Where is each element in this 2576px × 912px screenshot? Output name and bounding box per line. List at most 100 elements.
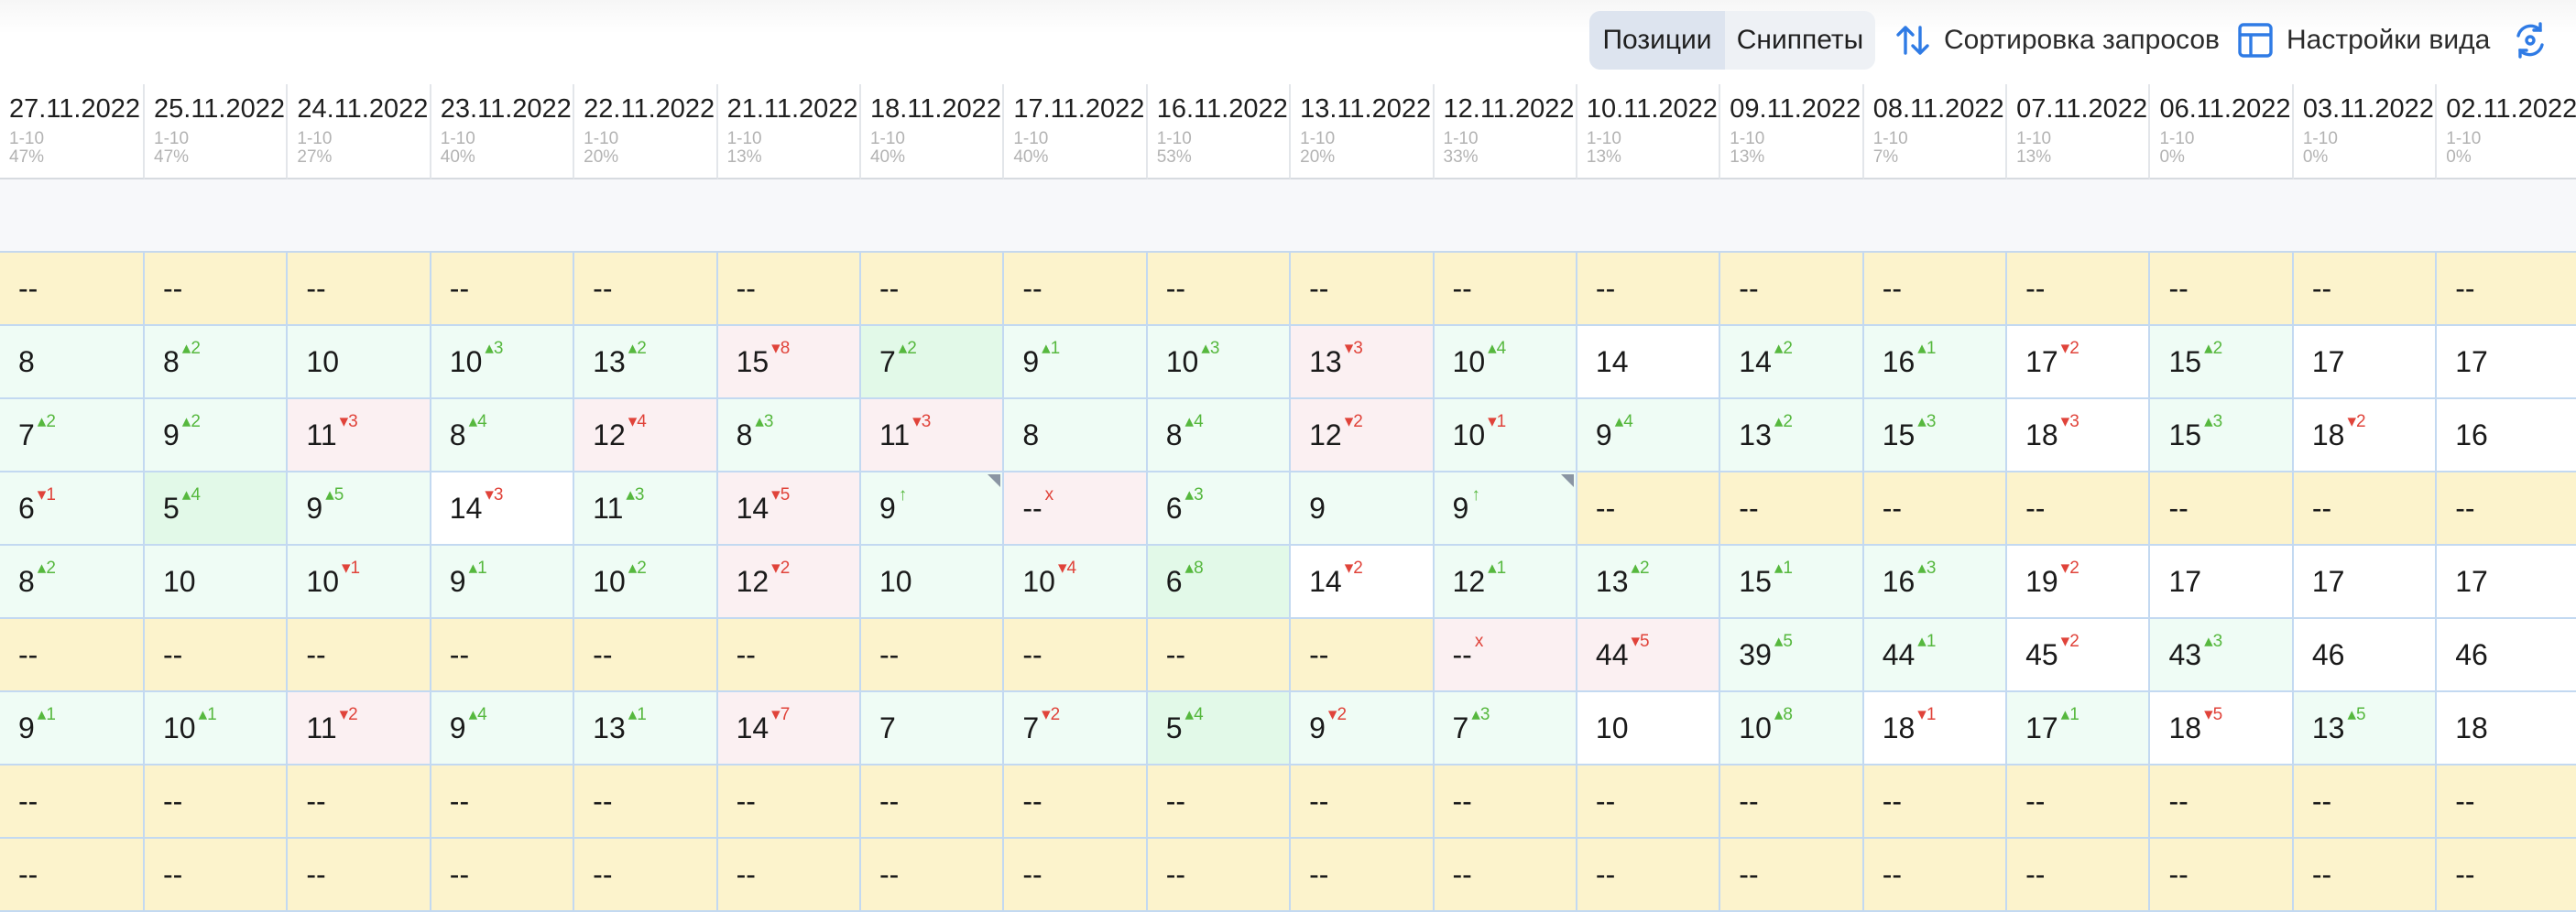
position-cell[interactable]: 17 ▴1 — [2007, 692, 2151, 765]
position-cell[interactable]: 13 ▴1 — [574, 692, 718, 765]
position-cell[interactable]: -- — [1291, 619, 1435, 692]
position-cell[interactable]: 7 ▴2 — [0, 399, 145, 472]
position-cell[interactable]: 10 ▴4 — [1434, 326, 1577, 399]
position-cell[interactable]: 15 ▾8 — [717, 326, 861, 399]
position-cell[interactable]: 10 — [1577, 692, 1721, 765]
position-cell[interactable]: 13 ▴5 — [2293, 692, 2438, 765]
refresh-target-button[interactable] — [2510, 13, 2561, 68]
position-cell[interactable]: -- — [2007, 472, 2151, 546]
date-column-header[interactable]: 03.11.2022 1-10 0% — [2293, 84, 2438, 179]
position-cell[interactable]: 18 ▾5 — [2150, 692, 2294, 765]
position-cell[interactable]: 18 ▾3 — [2007, 399, 2151, 472]
position-cell[interactable]: 15 ▴1 — [1720, 546, 1864, 619]
position-cell[interactable]: -- — [1863, 839, 2008, 912]
position-cell[interactable]: -- — [717, 253, 861, 326]
position-cell[interactable]: -- — [1577, 765, 1721, 839]
position-cell[interactable]: -- — [431, 619, 575, 692]
position-cell[interactable]: 39 ▴5 — [1720, 619, 1864, 692]
position-cell[interactable]: -- — [145, 765, 289, 839]
position-cell[interactable]: -- — [2437, 253, 2576, 326]
position-cell[interactable]: -- — [1147, 619, 1292, 692]
position-cell[interactable]: 10 ▾1 — [288, 546, 431, 619]
position-cell[interactable]: -- — [1434, 765, 1577, 839]
position-cell[interactable]: 7 ▴2 — [860, 326, 1005, 399]
position-cell[interactable]: 18 ▾2 — [2293, 399, 2438, 472]
position-cell[interactable]: -- — [2150, 765, 2294, 839]
position-cell[interactable]: -- — [0, 765, 145, 839]
position-cell[interactable]: -- — [1720, 839, 1864, 912]
position-cell[interactable]: 7 ▾2 — [1004, 692, 1148, 765]
position-cell[interactable]: -- — [288, 253, 431, 326]
position-cell[interactable]: 10 ▾1 — [1434, 399, 1577, 472]
position-cell[interactable]: -- — [145, 839, 289, 912]
position-cell[interactable]: 8 ▴4 — [1147, 399, 1292, 472]
position-cell[interactable]: 12 ▴1 — [1434, 546, 1577, 619]
position-cell[interactable]: -- — [717, 619, 861, 692]
position-cell[interactable]: 11 ▾2 — [288, 692, 431, 765]
position-cell[interactable]: 13 ▴2 — [1577, 546, 1721, 619]
position-cell[interactable]: -- — [2437, 472, 2576, 546]
position-cell[interactable]: 9 ▴1 — [431, 546, 575, 619]
date-column-header[interactable]: 25.11.2022 1-10 47% — [145, 84, 289, 179]
position-cell[interactable]: 17 — [2437, 546, 2576, 619]
sort-queries-button[interactable]: Сортировка запросов — [1893, 13, 2220, 68]
tab-snippets[interactable]: Сниппеты — [1725, 11, 1875, 70]
position-cell[interactable]: 14 — [1577, 326, 1721, 399]
position-cell[interactable]: 10 ▾4 — [1004, 546, 1148, 619]
position-cell[interactable]: -- — [2150, 253, 2294, 326]
position-cell[interactable]: 16 ▴3 — [1863, 546, 2008, 619]
date-column-header[interactable]: 13.11.2022 1-10 20% — [1291, 84, 1435, 179]
position-cell[interactable]: -- — [431, 765, 575, 839]
position-cell[interactable]: 10 ▴8 — [1720, 692, 1864, 765]
position-cell[interactable]: 7 ▴3 — [1434, 692, 1577, 765]
position-cell[interactable]: 15 ▴3 — [1863, 399, 2008, 472]
position-cell[interactable]: 18 — [2437, 692, 2576, 765]
position-cell[interactable]: -- — [2293, 765, 2438, 839]
position-cell[interactable]: 46 — [2437, 619, 2576, 692]
position-cell[interactable]: -- — [2150, 839, 2294, 912]
position-cell[interactable]: 5 ▴4 — [1147, 692, 1292, 765]
position-cell[interactable]: 17 — [2437, 326, 2576, 399]
date-column-header[interactable]: 21.11.2022 1-10 13% — [717, 84, 861, 179]
date-column-header[interactable]: 27.11.2022 1-10 47% — [0, 84, 145, 179]
position-cell[interactable]: -- — [1577, 253, 1721, 326]
position-cell[interactable]: -- — [1004, 765, 1148, 839]
position-cell[interactable]: -- — [1004, 619, 1148, 692]
position-cell[interactable]: -- — [1147, 253, 1292, 326]
date-column-header[interactable]: 08.11.2022 1-10 7% — [1863, 84, 2008, 179]
position-cell[interactable]: 14 ▾2 — [1291, 546, 1435, 619]
date-column-header[interactable]: 12.11.2022 1-10 33% — [1434, 84, 1577, 179]
date-column-header[interactable]: 10.11.2022 1-10 13% — [1577, 84, 1721, 179]
position-cell[interactable]: 19 ▾2 — [2007, 546, 2151, 619]
position-cell[interactable]: -- — [860, 253, 1005, 326]
date-column-header[interactable]: 02.11.2022 1-10 0% — [2437, 84, 2576, 179]
position-cell[interactable]: 7 — [860, 692, 1005, 765]
position-cell[interactable]: -- — [1147, 765, 1292, 839]
position-cell[interactable]: 11 ▾3 — [288, 399, 431, 472]
position-cell[interactable]: 6 ▾1 — [0, 472, 145, 546]
position-cell[interactable]: -- — [717, 839, 861, 912]
position-cell[interactable]: -- — [1291, 839, 1435, 912]
position-cell[interactable]: 14 ▾3 — [431, 472, 575, 546]
position-cell[interactable]: -- — [1577, 839, 1721, 912]
position-cell[interactable]: -- — [2007, 839, 2151, 912]
position-cell[interactable]: -- — [574, 839, 718, 912]
position-cell[interactable]: -- — [2437, 839, 2576, 912]
position-cell[interactable]: -- — [574, 253, 718, 326]
position-cell[interactable]: -- x — [1004, 472, 1148, 546]
position-cell[interactable]: 44 ▴1 — [1863, 619, 2008, 692]
position-cell[interactable]: -- — [1720, 472, 1864, 546]
position-cell[interactable]: -- — [860, 619, 1005, 692]
position-cell[interactable]: 10 ▴2 — [574, 546, 718, 619]
date-column-header[interactable]: 17.11.2022 1-10 40% — [1004, 84, 1148, 179]
position-cell[interactable]: -- — [1863, 253, 2008, 326]
position-cell[interactable]: 6 ▴8 — [1147, 546, 1292, 619]
position-cell[interactable]: -- — [1863, 765, 2008, 839]
position-cell[interactable]: -- — [574, 619, 718, 692]
position-cell[interactable]: 18 ▾1 — [1863, 692, 2008, 765]
position-cell[interactable]: -- — [2293, 253, 2438, 326]
position-cell[interactable]: -- — [574, 765, 718, 839]
position-cell[interactable]: 9 ▾2 — [1291, 692, 1435, 765]
position-cell[interactable]: 9 ↑ — [1434, 472, 1577, 546]
position-cell[interactable]: 15 ▴3 — [2150, 399, 2294, 472]
